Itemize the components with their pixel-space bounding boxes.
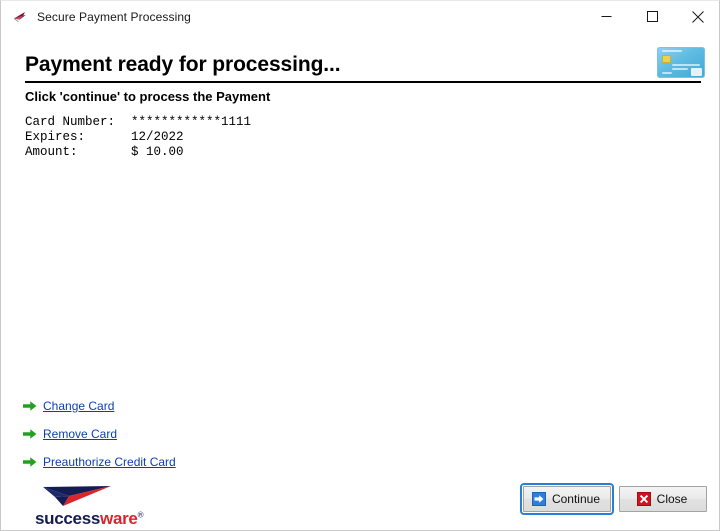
successware-logo: successware® [35, 484, 145, 528]
logo-text-secondary: ware [100, 509, 138, 528]
card-line [662, 72, 672, 74]
detail-value: 12/2022 [131, 130, 184, 144]
link-label: Remove Card [43, 427, 118, 441]
minimize-icon [601, 16, 611, 17]
footer-buttons: Continue Close [519, 483, 707, 515]
green-arrow-icon [23, 428, 37, 440]
detail-row-amount: Amount: $ 10.00 [25, 145, 251, 160]
page-title: Payment ready for processing... [25, 53, 341, 76]
successware-swoosh-icon [12, 9, 28, 25]
maximize-icon [646, 11, 658, 22]
maximize-button[interactable] [629, 1, 675, 32]
window-controls [583, 1, 719, 32]
blue-arrow-icon [531, 492, 546, 506]
link-label: Change Card [43, 399, 115, 413]
link-label: Preauthorize Credit Card [43, 455, 176, 469]
detail-label: Card Number: [25, 115, 116, 129]
detail-value: ************1111 [131, 115, 252, 129]
close-dialog-button[interactable]: Close [619, 486, 707, 512]
green-arrow-icon [23, 456, 37, 468]
card-line [672, 64, 700, 66]
detail-row-expires: Expires: 12/2022 [25, 130, 251, 145]
action-links: Change Card Remove Card Preauthorize Cre… [23, 392, 323, 476]
close-dialog-button-label: Close [656, 492, 688, 506]
card-chip-icon [662, 55, 671, 63]
close-icon [692, 10, 704, 23]
card-line [672, 68, 688, 70]
link-change-card[interactable]: Change Card [23, 392, 323, 420]
detail-row-card-number: Card Number: ************1111 [25, 115, 251, 130]
logo-text-primary: success [35, 509, 101, 528]
window-title: Secure Payment Processing [37, 9, 191, 24]
minimize-button[interactable] [583, 1, 629, 32]
card-logo-block [691, 68, 702, 76]
secure-payment-processing-window: Secure Payment Processing Payment ready … [0, 0, 720, 531]
link-preauthorize-credit-card[interactable]: Preauthorize Credit Card [23, 448, 323, 476]
payment-details: Card Number: ************1111 Expires: 1… [25, 115, 251, 160]
green-arrow-icon [23, 400, 37, 412]
close-button[interactable] [675, 1, 719, 32]
credit-card-image [657, 47, 705, 78]
continue-button[interactable]: Continue [519, 483, 615, 515]
page-subtitle: Click 'continue' to process the Payment [25, 89, 271, 104]
title-divider [25, 81, 701, 83]
detail-value: $ 10.00 [131, 145, 184, 159]
red-x-icon [636, 492, 651, 506]
title-bar: Secure Payment Processing [1, 1, 719, 32]
detail-label: Expires: [25, 130, 86, 144]
detail-label: Amount: [25, 145, 78, 159]
link-remove-card[interactable]: Remove Card [23, 420, 323, 448]
logo-trademark: ® [137, 510, 144, 520]
successware-wordmark: successware® [35, 509, 143, 529]
card-line [662, 50, 682, 52]
continue-button-label: Continue [551, 492, 600, 506]
